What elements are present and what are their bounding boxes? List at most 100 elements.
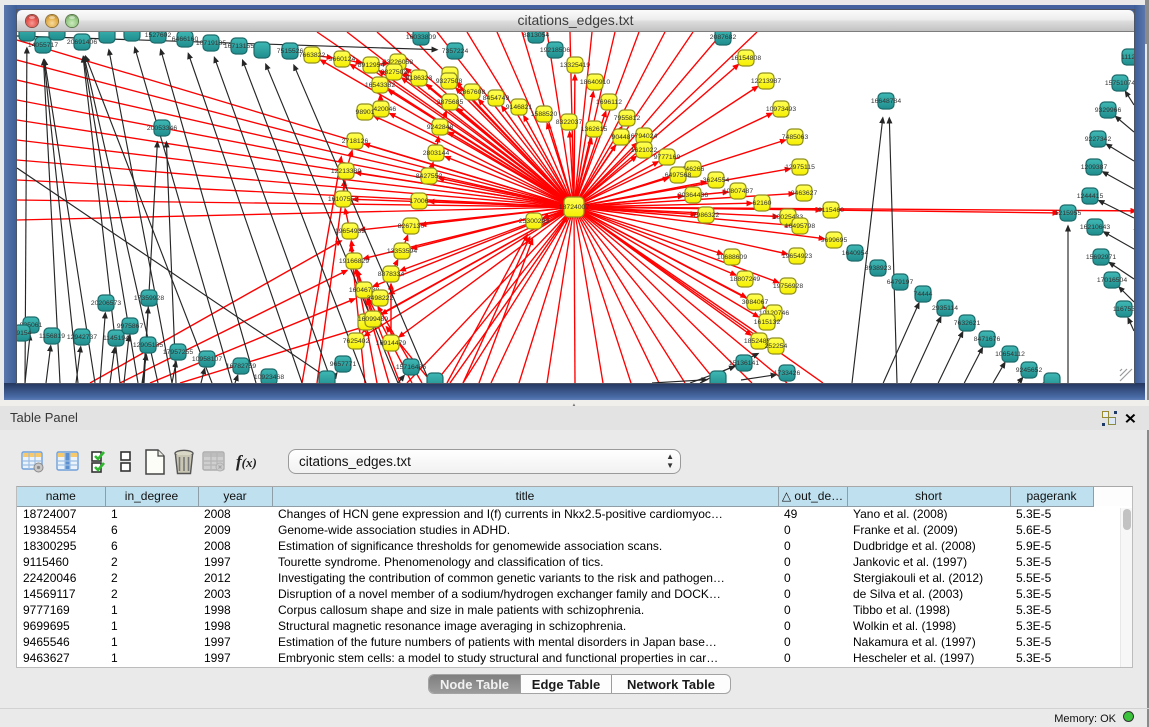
svg-text:7632621: 7632621: [954, 320, 981, 327]
svg-text:9227342: 9227342: [1085, 136, 1112, 143]
svg-text:17016504: 17016504: [1097, 277, 1127, 284]
svg-text:9327508: 9327508: [436, 78, 463, 85]
svg-text:3624554: 3624554: [703, 177, 730, 184]
svg-text:1244415: 1244415: [1077, 193, 1104, 200]
svg-text:16648784: 16648784: [871, 98, 901, 105]
svg-text:1615132: 1615132: [754, 319, 781, 326]
svg-text:9115460: 9115460: [818, 207, 844, 214]
svg-text:2803144: 2803144: [423, 150, 450, 157]
svg-text:20053346: 20053346: [147, 125, 177, 132]
svg-text:7986322: 7986322: [693, 212, 720, 219]
svg-text:1145194: 1145194: [103, 335, 129, 342]
svg-text:8454749: 8454749: [483, 95, 510, 102]
svg-text:116753: 116753: [1113, 306, 1134, 313]
svg-text:10923468: 10923468: [254, 374, 284, 381]
svg-text:8427552: 8427552: [416, 173, 443, 180]
svg-text:1733426: 1733426: [774, 370, 801, 377]
svg-text:1696112: 1696112: [596, 99, 622, 106]
svg-text:12975115: 12975115: [785, 164, 815, 171]
svg-text:9660124: 9660124: [329, 56, 356, 63]
svg-text:6466160: 6466160: [172, 36, 199, 43]
svg-text:1362615: 1362615: [581, 126, 608, 133]
svg-text:7357224: 7357224: [442, 48, 469, 55]
svg-text:1621022: 1621022: [631, 147, 658, 154]
svg-text:15136141: 15136141: [729, 360, 759, 367]
svg-text:2087682: 2087682: [710, 34, 737, 41]
svg-text:16154808: 16154808: [731, 55, 761, 62]
svg-text:6497568: 6497568: [665, 172, 692, 179]
svg-text:15751074: 15751074: [1105, 80, 1134, 87]
svg-text:1527602: 1527602: [145, 32, 172, 39]
svg-text:10973493: 10973493: [766, 106, 796, 113]
svg-text:9827503: 9827503: [381, 69, 408, 76]
svg-text:8267130: 8267130: [398, 223, 425, 230]
svg-text:1640954: 1640954: [842, 250, 869, 257]
svg-text:2935114: 2935114: [932, 305, 958, 312]
svg-text:9242848: 9242848: [427, 124, 454, 131]
svg-text:8471676: 8471676: [974, 336, 1001, 343]
svg-text:9777169: 9777169: [654, 154, 681, 161]
svg-text:17359928: 17359928: [134, 295, 164, 302]
svg-text:9975867: 9975867: [117, 323, 144, 330]
svg-text:9699695: 9699695: [821, 237, 848, 244]
svg-text:16210643: 16210643: [1080, 224, 1110, 231]
svg-text:8938923: 8938923: [865, 265, 892, 272]
svg-text:98901: 98901: [356, 109, 375, 116]
svg-text:7663822: 7663822: [299, 52, 326, 59]
svg-text:17957255: 17957255: [163, 349, 193, 356]
svg-text:6794024: 6794024: [631, 133, 658, 140]
svg-text:9657771: 9657771: [330, 361, 357, 368]
svg-text:9463627: 9463627: [791, 190, 818, 197]
svg-text:39154: 39154: [17, 330, 32, 337]
svg-text:9329966: 9329966: [1095, 107, 1122, 114]
svg-text:20691406: 20691406: [67, 39, 97, 46]
svg-text:14055717: 14055717: [28, 42, 58, 49]
svg-text:1215955: 1215955: [1055, 210, 1082, 217]
svg-text:19654923: 19654923: [782, 253, 812, 260]
svg-text:16099489: 16099489: [358, 316, 388, 323]
svg-text:62160: 62160: [753, 200, 772, 207]
svg-text:3875685: 3875685: [437, 99, 464, 106]
svg-text:10807487: 10807487: [723, 188, 753, 195]
svg-text:18807249: 18807249: [730, 276, 760, 283]
svg-text:19166829: 19166829: [339, 258, 369, 265]
svg-text:12905135: 12905135: [133, 342, 163, 349]
svg-text:20364436: 20364436: [678, 192, 708, 199]
svg-text:19218506: 19218506: [540, 47, 570, 54]
svg-text:16495798: 16495798: [785, 223, 815, 230]
svg-text:16782759: 16782759: [226, 363, 256, 370]
svg-text:16914479: 16914479: [376, 340, 406, 347]
svg-text:16713155: 16713155: [224, 43, 254, 50]
svg-text:16543382: 16543382: [365, 82, 395, 89]
svg-text:10654112: 10654112: [995, 351, 1025, 358]
svg-text:8912954: 8912954: [358, 62, 385, 69]
svg-text:18724007: 18724007: [559, 204, 589, 211]
svg-text:10688609: 10688609: [717, 254, 747, 261]
svg-text:13353594: 13353594: [387, 248, 417, 255]
svg-text:25300293: 25300293: [519, 218, 549, 225]
svg-text:12213389: 12213389: [331, 168, 361, 175]
svg-text:8322037: 8322037: [556, 119, 583, 126]
svg-text:8878334: 8878334: [378, 271, 405, 278]
svg-text:8186323: 8186323: [406, 75, 433, 82]
svg-text:10958107: 10958107: [192, 356, 222, 363]
svg-text:10719185: 10719185: [196, 40, 226, 47]
svg-text:8813054: 8813054: [523, 32, 550, 39]
svg-text:1588520: 1588520: [531, 111, 558, 118]
svg-text:7955812: 7955812: [614, 115, 641, 122]
svg-text:9146821: 9146821: [506, 104, 533, 111]
svg-text:15716485: 15716485: [396, 364, 426, 371]
svg-text:7625402: 7625402: [343, 338, 370, 345]
svg-text:17006: 17006: [410, 198, 429, 205]
svg-text:74444: 74444: [914, 291, 933, 298]
svg-text:9245652: 9245652: [1016, 367, 1043, 374]
svg-text:1209387: 1209387: [1081, 164, 1108, 171]
svg-text:18640910: 18640910: [580, 79, 610, 86]
svg-text:15692971: 15692971: [1086, 254, 1116, 261]
svg-text:3084067: 3084067: [742, 299, 769, 306]
svg-text:11121: 11121: [1121, 54, 1134, 61]
svg-text:7485063: 7485063: [782, 134, 809, 141]
svg-text:20206573: 20206573: [91, 300, 121, 307]
svg-text:13325419: 13325419: [560, 62, 590, 69]
svg-text:16107552: 16107552: [328, 196, 358, 203]
